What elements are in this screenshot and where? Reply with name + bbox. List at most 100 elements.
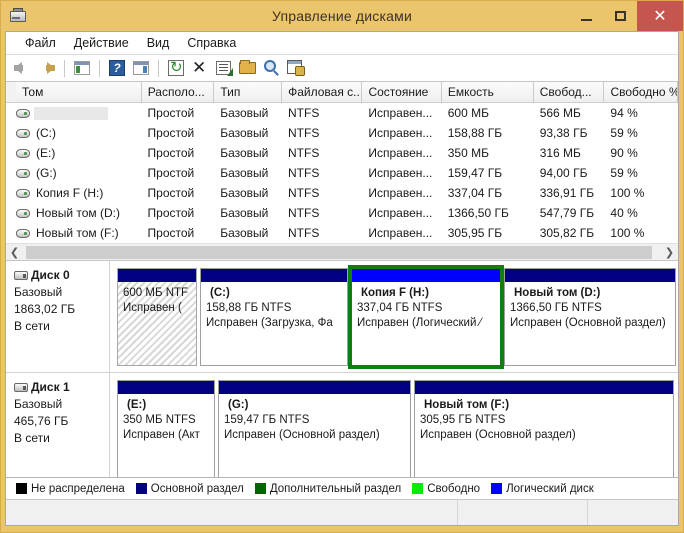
column-header-1[interactable]: Располо... — [141, 82, 215, 102]
disk-row: Диск 0 Базовый 1863,02 ГБ В сети 600 МБ NTF И… — [6, 261, 678, 373]
cell-layout: Простой — [147, 186, 195, 200]
cell-capacity: 350 МБ — [447, 146, 489, 160]
partition-size-fs: 305,95 ГБ NTFS — [420, 414, 506, 426]
partition-type-bar — [118, 381, 214, 394]
show-tree-pane-icon[interactable] — [71, 57, 93, 79]
rescan-disks-icon[interactable] — [285, 57, 307, 79]
volume-icon — [16, 228, 30, 238]
help-icon[interactable]: ? — [106, 57, 128, 79]
table-row[interactable]: Новый том (F:) Простой Базовый NTFS Исправен… — [16, 223, 678, 243]
disk-title: Диск 0 — [14, 267, 103, 284]
cell-free_pct: 40 % — [610, 206, 638, 220]
volume-icon — [16, 208, 30, 218]
partition-block[interactable]: Копия F (H:) 337,04 ГБ NTFS Исправен (Логи… — [348, 265, 504, 369]
volume-name-cell — [16, 106, 142, 120]
cell-type: Базовый — [220, 186, 269, 200]
open-folder-icon[interactable] — [237, 57, 259, 79]
toolbar-separator — [64, 59, 65, 77]
menu-action[interactable]: Действие — [65, 34, 138, 52]
volume-list-hscrollbar[interactable]: ❮ ❯ — [6, 243, 678, 260]
cell-free_pct: 100 % — [610, 186, 645, 200]
table-row[interactable]: Новый том (D:) Простой Базовый NTFS Исправен… — [16, 203, 678, 223]
disk-state: В сети — [14, 319, 50, 333]
column-header-4[interactable]: Состояние — [362, 82, 442, 102]
table-row[interactable]: (E:) Простой Базовый NTFS Исправен... 350 МБ 3… — [16, 143, 678, 163]
partition-details: (E:) 350 МБ NTFS Исправен (Акт — [118, 394, 214, 477]
scroll-left-button[interactable]: ❮ — [6, 244, 23, 261]
show-action-pane-icon[interactable] — [130, 57, 152, 79]
table-row[interactable]: (C:) Простой Базовый NTFS Исправен... 158,88 … — [16, 123, 678, 143]
disk-info-panel[interactable]: Диск 0 Базовый 1863,02 ГБ В сети — [6, 261, 110, 372]
column-header-5[interactable]: Емкость — [441, 82, 534, 102]
menu-help[interactable]: Справка — [178, 34, 245, 52]
scroll-right-button[interactable]: ❯ — [661, 244, 678, 261]
cell-capacity: 600 МБ — [447, 106, 489, 120]
properties-icon[interactable] — [213, 57, 235, 79]
partition-block[interactable]: Новый том (D:) 1366,50 ГБ NTFS Исправен (О… — [504, 268, 676, 366]
cell-free_pct: 100 % — [610, 226, 645, 240]
volume-label: Новый том (D:) — [36, 206, 120, 220]
legend-label: Дополнительный раздел — [269, 482, 402, 495]
cell-layout: Простой — [147, 146, 195, 160]
refresh-icon[interactable] — [165, 57, 187, 79]
table-row[interactable]: (G:) Простой Базовый NTFS Исправен... 159,47 … — [16, 163, 678, 183]
partition-block[interactable]: (C:) 158,88 ГБ NTFS Исправен (Загрузка, Фа — [200, 268, 348, 366]
partition-block[interactable]: (E:) 350 МБ NTFS Исправен (Акт — [117, 380, 215, 477]
disk-icon — [14, 383, 28, 392]
column-header-0[interactable]: Том — [16, 82, 142, 102]
minimize-button[interactable] — [569, 1, 603, 31]
graphical-disk-view: Диск 0 Базовый 1863,02 ГБ В сети 600 МБ NTF И… — [6, 261, 678, 477]
cell-layout: Простой — [147, 166, 195, 180]
cell-layout: Простой — [147, 106, 195, 120]
partition-block[interactable]: (G:) 159,47 ГБ NTFS Исправен (Основной раз… — [218, 380, 411, 477]
maximize-button[interactable] — [603, 1, 637, 31]
close-button[interactable]: ✕ — [637, 1, 683, 31]
back-arrow-icon[interactable] — [12, 57, 34, 79]
cell-type: Базовый — [220, 206, 269, 220]
volume-label: (E:) — [36, 146, 56, 160]
column-header-7[interactable]: Свободно % — [604, 82, 678, 102]
toolbar: ? ✕ — [6, 55, 678, 82]
forward-arrow-icon[interactable] — [36, 57, 58, 79]
column-header-2[interactable]: Тип — [214, 82, 283, 102]
column-header-6[interactable]: Свобод... — [533, 82, 605, 102]
legend-label: Не распределена — [31, 482, 125, 495]
cell-free_pct: 94 % — [610, 106, 638, 120]
cell-free: 316 МБ — [539, 146, 581, 160]
partition-block[interactable]: 600 МБ NTF Исправен ( — [117, 268, 197, 366]
partition-status: Исправен (Логический ⁄ — [357, 317, 482, 329]
partition-type-bar — [219, 381, 410, 394]
volume-label: (C:) — [36, 126, 56, 140]
table-row[interactable]: Копия F (H:) Простой Базовый NTFS Исправен..… — [16, 183, 678, 203]
client-area: Файл Действие Вид Справка ? ✕ ТомРасполо… — [5, 31, 679, 526]
partition-details: Новый том (D:) 1366,50 ГБ NTFS Исправен (О… — [505, 282, 675, 365]
disk-size: 465,76 ГБ — [14, 414, 69, 428]
status-cell-right — [588, 500, 678, 525]
status-bar — [6, 499, 678, 525]
legend-item: Дополнительный раздел — [254, 482, 402, 495]
partition-block[interactable]: Новый том (F:) 305,95 ГБ NTFS Исправен (Ос… — [414, 380, 674, 477]
menu-file[interactable]: Файл — [16, 34, 65, 52]
cell-status: Исправен... — [368, 226, 433, 240]
column-header-3[interactable]: Файловая с... — [282, 82, 363, 102]
title-bar[interactable]: Управление дисками ✕ — [1, 1, 683, 31]
cell-fs: NTFS — [288, 126, 320, 140]
cell-free_pct: 59 % — [610, 166, 638, 180]
volume-icon — [16, 168, 30, 178]
volume-icon — [16, 108, 30, 118]
volume-label: (G:) — [36, 166, 57, 180]
disk-icon — [14, 271, 28, 280]
cell-status: Исправен... — [368, 146, 433, 160]
cell-type: Базовый — [220, 106, 269, 120]
disk-info-panel[interactable]: Диск 1 Базовый 465,76 ГБ В сети — [6, 373, 110, 477]
partition-type-bar — [118, 269, 196, 282]
menu-view[interactable]: Вид — [138, 34, 179, 52]
scrollbar-thumb[interactable] — [26, 246, 652, 259]
volume-name-cell: Новый том (D:) — [16, 206, 142, 220]
table-row[interactable]: Простой Базовый NTFS Исправен... 600 МБ 566 М… — [16, 103, 678, 123]
delete-icon[interactable]: ✕ — [189, 57, 211, 79]
volume-label — [34, 106, 108, 120]
cell-fs: NTFS — [288, 166, 320, 180]
search-icon[interactable] — [261, 57, 283, 79]
partition-type-bar — [352, 269, 500, 282]
